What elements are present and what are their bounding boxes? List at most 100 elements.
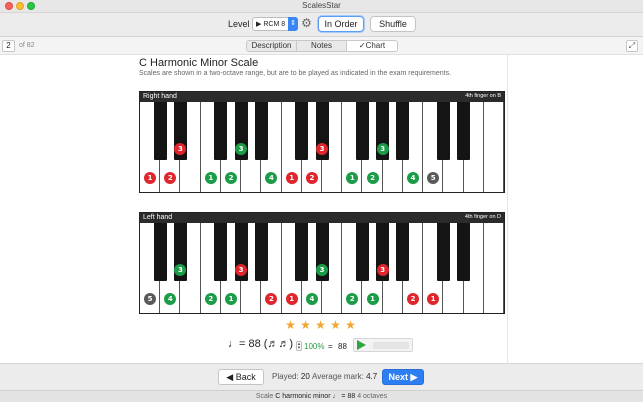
finger-number: 4	[407, 172, 419, 184]
status-label: Scale	[255, 393, 274, 400]
black-key	[295, 102, 309, 160]
level-select-play-icon: ▶	[256, 21, 262, 28]
finger-number: 3	[316, 143, 328, 155]
next-label: Next	[388, 372, 409, 382]
black-key	[436, 223, 450, 281]
black-key	[457, 223, 471, 281]
tab-description[interactable]: Description	[247, 41, 297, 51]
back-arrow-icon: ◀	[226, 372, 236, 382]
page-count: of 82	[19, 42, 35, 49]
white-key	[483, 102, 504, 192]
status-scale-name: C harmonic minor	[275, 393, 331, 400]
tab-chart-label: Chart	[365, 41, 386, 50]
sub-toolbar: 2 of 82 Description Notes ✓Chart ⤢	[0, 37, 643, 55]
window-title: ScalesStar	[302, 1, 341, 10]
average-mark: Average mark: 4.7	[312, 372, 377, 381]
left-hand-note: 4th finger on D	[464, 214, 501, 220]
right-hand-label: Right hand	[143, 93, 177, 100]
finger-number: 1	[285, 293, 298, 305]
black-key	[355, 223, 369, 281]
finger-number: 5	[144, 293, 157, 305]
left-hand-label: Left hand	[143, 214, 173, 221]
black-key	[254, 102, 268, 160]
tempo-bpm: 88	[338, 342, 347, 351]
back-label: Back	[235, 372, 256, 382]
finger-number: 1	[204, 172, 217, 184]
keyboard-header: Left hand 4th finger on D	[140, 213, 504, 223]
tempo-label: ♩= 88 (♬♬)	[228, 338, 294, 350]
star-icon[interactable]: ★	[284, 318, 297, 332]
back-button[interactable]: ◀ Back	[218, 369, 264, 385]
tempo-stepper[interactable]: ▴ ▾	[296, 341, 302, 351]
status-tempo: ♩ = 88	[332, 393, 356, 400]
level-select[interactable]: ▶ RCM 8 ⇕	[252, 17, 298, 31]
average-value: 4.7	[366, 372, 378, 381]
view-tabs: Description Notes ✓Chart	[246, 40, 398, 52]
left-hand-keyboard: Left hand 4th finger on D 54321321432132…	[139, 212, 505, 314]
title-bar: ScalesStar	[0, 0, 643, 13]
finger-number: 1	[225, 293, 237, 305]
finger-number: 1	[366, 293, 379, 305]
chevron-updown-icon: ⇕	[288, 17, 298, 31]
checkmark-icon: ✓	[358, 41, 366, 50]
finger-number: 2	[225, 172, 237, 184]
black-key	[396, 102, 410, 160]
black-key	[295, 223, 309, 281]
average-label: Average mark:	[312, 372, 364, 381]
finger-number: 4	[305, 293, 318, 305]
star-icon[interactable]: ★	[344, 318, 357, 332]
finger-number: 3	[316, 264, 328, 276]
star-rating: ★ ★ ★ ★ ★	[284, 318, 357, 332]
finger-number: 2	[366, 172, 379, 184]
right-hand-note: 4th finger on B	[465, 93, 501, 99]
finger-number: 1	[144, 172, 157, 184]
played-count: Played: 20	[272, 372, 310, 381]
content-area: C Harmonic Minor Scale Scales are shown …	[0, 55, 643, 363]
star-icon[interactable]: ★	[299, 318, 312, 332]
next-button[interactable]: Next ▶	[382, 369, 424, 385]
playback-progress[interactable]	[373, 342, 409, 349]
black-key	[355, 102, 369, 160]
finger-number: 3	[376, 143, 389, 155]
app-window: ScalesStar Level ▶ RCM 8 ⇕ ⚙ In Order Sh…	[0, 0, 643, 402]
finger-number: 2	[204, 293, 217, 305]
tempo-equals: =	[328, 342, 333, 351]
finger-number: 2	[407, 293, 419, 305]
right-hand-keyboard: Right hand 4th finger on B 1231234123123…	[139, 91, 505, 193]
scale-title: C Harmonic Minor Scale	[139, 57, 259, 69]
finger-number: 3	[376, 264, 389, 276]
played-value: 20	[300, 372, 310, 381]
finger-number: 3	[235, 264, 248, 276]
play-icon[interactable]	[357, 340, 366, 350]
level-select-value: RCM 8	[263, 21, 286, 28]
gear-icon[interactable]: ⚙	[300, 17, 313, 30]
black-key	[214, 102, 228, 160]
bottom-bar: ◀ Back Played: 20 Average mark: 4.7 Next…	[0, 363, 643, 390]
black-key	[153, 102, 167, 160]
black-key	[396, 223, 410, 281]
star-icon[interactable]: ★	[314, 318, 327, 332]
status-bar: Scale C harmonic minor ♩ = 88 4 octaves	[0, 390, 643, 402]
next-arrow-icon: ▶	[408, 372, 418, 382]
played-label: Played:	[272, 372, 299, 381]
white-key	[483, 223, 504, 313]
tab-chart[interactable]: ✓Chart	[347, 41, 397, 51]
page-number-field[interactable]: 2	[2, 40, 15, 52]
in-order-button[interactable]: In Order	[318, 16, 364, 32]
expand-icon[interactable]: ⤢	[626, 40, 638, 52]
scale-subtitle: Scales are shown in a two-octave range, …	[139, 70, 452, 77]
tempo-percent[interactable]: 100%	[304, 342, 324, 351]
metronome-player	[353, 338, 413, 352]
star-icon[interactable]: ★	[329, 318, 342, 332]
piano-keys: 123123412312345	[140, 102, 504, 192]
black-key	[457, 102, 471, 160]
tab-notes[interactable]: Notes	[297, 41, 347, 51]
toolbar: Level ▶ RCM 8 ⇕ ⚙ In Order Shuffle	[0, 13, 643, 37]
finger-number: 2	[305, 172, 318, 184]
shuffle-button[interactable]: Shuffle	[370, 16, 416, 32]
black-key	[436, 102, 450, 160]
level-label: Level	[228, 19, 250, 29]
black-key	[153, 223, 167, 281]
finger-number: 1	[285, 172, 298, 184]
finger-number: 3	[235, 143, 248, 155]
